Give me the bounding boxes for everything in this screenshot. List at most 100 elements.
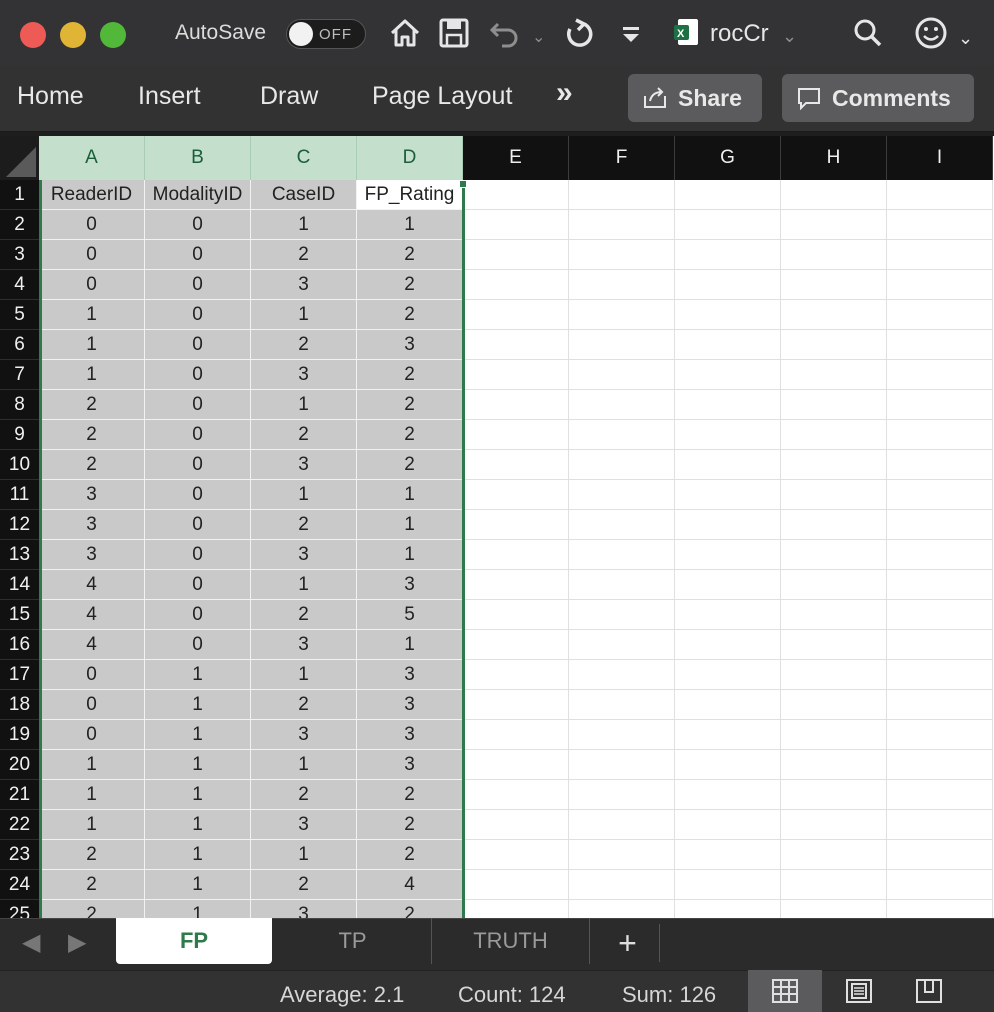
table-cell[interactable]: 2 xyxy=(39,840,145,870)
table-cell[interactable] xyxy=(781,630,887,660)
table-cell[interactable] xyxy=(463,240,569,270)
table-cell[interactable]: 1 xyxy=(39,300,145,330)
add-sheet-button[interactable]: + xyxy=(596,924,660,962)
table-cell[interactable] xyxy=(887,300,993,330)
table-cell[interactable]: 0 xyxy=(145,210,251,240)
table-cell[interactable] xyxy=(569,810,675,840)
table-cell[interactable] xyxy=(887,570,993,600)
table-cell[interactable] xyxy=(569,720,675,750)
table-cell[interactable]: 1 xyxy=(39,360,145,390)
table-cell[interactable]: 1 xyxy=(357,480,463,510)
table-cell[interactable]: 0 xyxy=(145,540,251,570)
row-header[interactable]: 10 xyxy=(0,450,39,480)
row-header[interactable]: 22 xyxy=(0,810,39,840)
table-cell[interactable] xyxy=(463,330,569,360)
table-cell[interactable] xyxy=(569,390,675,420)
table-cell[interactable] xyxy=(569,540,675,570)
table-cell[interactable] xyxy=(569,750,675,780)
table-cell[interactable] xyxy=(569,270,675,300)
table-cell[interactable] xyxy=(463,570,569,600)
undo-dropdown-icon[interactable]: ⌄ xyxy=(532,20,545,56)
table-cell[interactable]: 1 xyxy=(145,840,251,870)
table-cell[interactable]: 0 xyxy=(145,510,251,540)
customize-toolbar-icon[interactable] xyxy=(620,16,642,59)
table-cell[interactable]: 3 xyxy=(357,750,463,780)
table-cell[interactable]: 1 xyxy=(357,630,463,660)
row-header[interactable]: 12 xyxy=(0,510,39,540)
table-cell[interactable] xyxy=(463,510,569,540)
table-cell[interactable] xyxy=(675,870,781,900)
table-cell[interactable] xyxy=(887,720,993,750)
table-cell[interactable]: 2 xyxy=(39,420,145,450)
table-cell[interactable] xyxy=(675,330,781,360)
table-cell[interactable] xyxy=(675,630,781,660)
table-cell[interactable] xyxy=(675,390,781,420)
table-cell[interactable]: 2 xyxy=(39,900,145,918)
table-cell[interactable]: 2 xyxy=(39,870,145,900)
tab-home[interactable]: Home xyxy=(17,82,84,111)
table-cell[interactable] xyxy=(569,840,675,870)
table-cell[interactable] xyxy=(569,780,675,810)
table-cell[interactable]: 1 xyxy=(145,780,251,810)
table-cell[interactable] xyxy=(675,750,781,780)
table-cell[interactable] xyxy=(463,690,569,720)
table-cell[interactable]: 0 xyxy=(145,630,251,660)
table-cell[interactable]: 4 xyxy=(39,600,145,630)
table-cell[interactable] xyxy=(569,300,675,330)
table-cell[interactable]: 2 xyxy=(357,810,463,840)
table-cell[interactable] xyxy=(781,330,887,360)
table-cell[interactable] xyxy=(781,420,887,450)
table-cell[interactable]: 0 xyxy=(145,330,251,360)
table-cell[interactable]: 1 xyxy=(145,720,251,750)
table-cell[interactable] xyxy=(781,360,887,390)
smiley-icon[interactable] xyxy=(914,16,948,59)
table-cell[interactable]: 1 xyxy=(145,690,251,720)
table-cell[interactable] xyxy=(781,480,887,510)
table-cell[interactable] xyxy=(781,270,887,300)
save-icon[interactable] xyxy=(438,16,470,59)
table-cell[interactable] xyxy=(675,810,781,840)
column-header-g[interactable]: G xyxy=(675,136,781,180)
table-cell[interactable]: 1 xyxy=(357,540,463,570)
table-cell[interactable]: 3 xyxy=(39,480,145,510)
table-cell[interactable]: 0 xyxy=(39,240,145,270)
table-cell[interactable]: 0 xyxy=(145,420,251,450)
table-cell[interactable]: 3 xyxy=(251,720,357,750)
autosave-toggle[interactable]: OFF xyxy=(286,19,366,49)
table-cell[interactable] xyxy=(675,480,781,510)
table-cell[interactable] xyxy=(781,780,887,810)
table-cell[interactable]: 1 xyxy=(251,300,357,330)
table-cell[interactable]: 1 xyxy=(145,870,251,900)
table-cell[interactable] xyxy=(781,600,887,630)
table-cell[interactable] xyxy=(569,690,675,720)
table-cell[interactable] xyxy=(887,780,993,810)
table-cell[interactable] xyxy=(675,600,781,630)
table-cell[interactable]: 0 xyxy=(145,360,251,390)
table-cell[interactable]: 0 xyxy=(145,600,251,630)
table-cell[interactable] xyxy=(463,870,569,900)
table-cell[interactable] xyxy=(569,600,675,630)
table-cell[interactable] xyxy=(463,750,569,780)
table-cell[interactable] xyxy=(569,480,675,510)
table-cell[interactable] xyxy=(675,210,781,240)
zoom-window-button[interactable] xyxy=(100,22,126,48)
active-cell[interactable]: FP_Rating xyxy=(357,180,463,210)
table-cell[interactable] xyxy=(887,240,993,270)
table-cell[interactable] xyxy=(675,540,781,570)
table-cell[interactable] xyxy=(887,900,993,918)
column-header-e[interactable]: E xyxy=(463,136,569,180)
table-cell[interactable]: 5 xyxy=(357,600,463,630)
table-cell[interactable] xyxy=(887,210,993,240)
table-cell[interactable]: 1 xyxy=(251,570,357,600)
table-cell[interactable]: 3 xyxy=(251,630,357,660)
column-header-f[interactable]: F xyxy=(569,136,675,180)
table-cell[interactable] xyxy=(463,300,569,330)
table-cell[interactable] xyxy=(675,510,781,540)
table-cell[interactable]: 4 xyxy=(357,870,463,900)
table-cell[interactable] xyxy=(675,240,781,270)
table-cell[interactable] xyxy=(675,450,781,480)
table-cell[interactable] xyxy=(887,540,993,570)
table-cell[interactable]: 3 xyxy=(39,540,145,570)
share-button[interactable]: Share xyxy=(628,74,762,122)
row-header[interactable]: 5 xyxy=(0,300,39,330)
